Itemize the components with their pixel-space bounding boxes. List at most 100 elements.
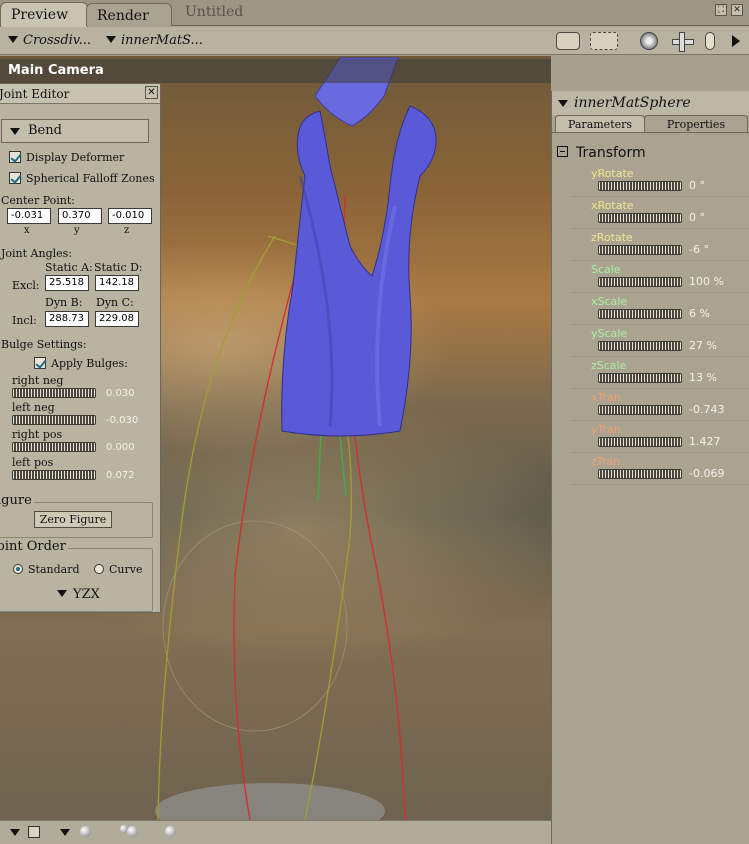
param-value[interactable]: 100 % (689, 275, 724, 288)
display-deformer-label: Display Deformer (26, 151, 125, 164)
param-value[interactable]: 13 % (689, 371, 717, 384)
param-row-yscale[interactable]: yScale 27 % (572, 325, 748, 357)
camera-frame-icon[interactable] (590, 32, 618, 50)
spherical-falloff-toggle[interactable]: Spherical Falloff Zones (9, 172, 155, 185)
param-row-yrotate[interactable]: yRotate 0 ° (572, 165, 748, 197)
camera-icon[interactable] (556, 32, 580, 50)
close-icon[interactable]: ✕ (145, 86, 158, 99)
param-value[interactable]: 0 ° (689, 179, 705, 192)
viewport-toolbar: Crossdiv... innerMatS... (0, 27, 749, 55)
joint-editor-titlebar[interactable]: Joint Editor ✕ (0, 84, 160, 104)
bulge-slider[interactable] (12, 415, 96, 425)
param-row-xtran[interactable]: xTran -0.743 (572, 389, 748, 421)
chevron-down-icon[interactable] (60, 829, 70, 836)
expand-arrow-icon[interactable] (732, 35, 740, 47)
param-row-zrotate[interactable]: zRotate -6 ° (572, 229, 748, 261)
bulge-slider[interactable] (12, 388, 96, 398)
param-dial[interactable] (598, 373, 682, 383)
light-icon[interactable] (705, 32, 715, 50)
transform-group-label: Transform (576, 145, 646, 161)
document-style-icon[interactable] (28, 826, 40, 838)
checkbox-spherical-falloff[interactable] (9, 172, 21, 184)
center-y-field[interactable]: 0.370 (58, 208, 102, 224)
chevron-down-icon (8, 36, 18, 43)
param-row-ytran[interactable]: yTran 1.427 (572, 421, 748, 453)
param-dial[interactable] (598, 213, 682, 223)
checkbox-display-deformer[interactable] (9, 151, 21, 163)
param-value[interactable]: -0.743 (689, 403, 724, 416)
param-dial[interactable] (598, 277, 682, 287)
move-cross-icon[interactable] (670, 32, 694, 52)
static-a-field[interactable]: 25.518 (45, 275, 89, 291)
radio-curve[interactable] (94, 564, 104, 574)
order-standard-label: Standard (28, 563, 80, 576)
tab-preview[interactable]: Preview (0, 2, 88, 27)
tab-render[interactable]: Render (86, 3, 172, 26)
actor-menu[interactable]: innerMatS... (106, 33, 203, 48)
dyn-c-field[interactable]: 229.08 (95, 311, 139, 327)
excl-label: Excl: (12, 279, 40, 292)
actor-menu-label: innerMatS... (121, 33, 203, 48)
render-style-icon[interactable] (165, 826, 176, 837)
joint-editor-title: Joint Editor (0, 87, 70, 101)
param-dial[interactable] (598, 437, 682, 447)
checkbox-apply-bulges[interactable] (34, 357, 46, 369)
transform-group[interactable]: Transform (557, 145, 646, 161)
static-d-field[interactable]: 142.18 (95, 275, 139, 291)
joint-order-section (0, 548, 153, 612)
tab-parameters[interactable]: Parameters (555, 115, 645, 132)
param-dial[interactable] (598, 469, 682, 479)
bulge-label: right neg (12, 374, 64, 387)
expand-icon[interactable]: ⛶ (715, 4, 727, 16)
param-dial[interactable] (598, 181, 682, 191)
rotation-order-dropdown[interactable]: YZX (57, 587, 100, 602)
center-z-field[interactable]: -0.010 (108, 208, 152, 224)
bulge-slider[interactable] (12, 442, 96, 452)
param-row-ztran[interactable]: zTran -0.069 (572, 453, 748, 485)
spherical-falloff-label: Spherical Falloff Zones (26, 172, 155, 185)
param-row-xrotate[interactable]: xRotate 0 ° (572, 197, 748, 229)
param-dial[interactable] (598, 245, 682, 255)
param-row-scale[interactable]: Scale 100 % (572, 261, 748, 293)
collapse-icon[interactable] (557, 146, 568, 157)
actor-name: innerMatSphere (574, 95, 691, 111)
rotate-trackball-icon[interactable] (640, 32, 658, 50)
param-row-zscale[interactable]: zScale 13 % (572, 357, 748, 389)
dyn-b-field[interactable]: 288.73 (45, 311, 89, 327)
center-x-field[interactable]: -0.031 (7, 208, 51, 224)
order-curve-option[interactable]: Curve (94, 563, 142, 576)
param-dial[interactable] (598, 309, 682, 319)
falloff-yellow-line (267, 235, 301, 247)
figure-style-icon[interactable] (80, 826, 91, 837)
param-value[interactable]: 6 % (689, 307, 710, 320)
param-dial[interactable] (598, 341, 682, 351)
param-value[interactable]: 0 ° (689, 211, 705, 224)
param-name: zScale (591, 359, 627, 372)
viewport-bottom-bar (0, 820, 551, 844)
param-value[interactable]: 1.427 (689, 435, 721, 448)
close-icon[interactable]: ✕ (731, 4, 743, 16)
param-dial[interactable] (598, 405, 682, 415)
camera-menu[interactable]: Crossdiv... (8, 33, 91, 48)
apply-bulges-toggle[interactable]: Apply Bulges: (34, 357, 128, 370)
tab-properties[interactable]: Properties (644, 115, 748, 132)
radio-standard[interactable] (13, 564, 23, 574)
chevron-down-icon (57, 590, 67, 597)
display-deformer-toggle[interactable]: Display Deformer (9, 151, 124, 164)
param-row-xscale[interactable]: xScale 6 % (572, 293, 748, 325)
param-name: zTran (591, 455, 621, 468)
element-style-icon-2[interactable] (127, 826, 138, 837)
param-name: xRotate (591, 199, 634, 212)
bulge-slider[interactable] (12, 470, 96, 480)
order-standard-option[interactable]: Standard (13, 563, 80, 576)
joint-type-dropdown[interactable]: Bend (1, 119, 149, 143)
actor-selector[interactable]: innerMatSphere (552, 91, 749, 115)
chevron-down-icon[interactable] (10, 829, 20, 836)
param-name: yScale (591, 327, 628, 340)
zero-figure-button[interactable]: Zero Figure (34, 511, 112, 528)
dyn-c-label: Dyn C: (96, 296, 134, 309)
param-value[interactable]: -6 ° (689, 243, 709, 256)
chevron-down-icon (558, 100, 568, 107)
param-value[interactable]: -0.069 (689, 467, 724, 480)
param-value[interactable]: 27 % (689, 339, 717, 352)
